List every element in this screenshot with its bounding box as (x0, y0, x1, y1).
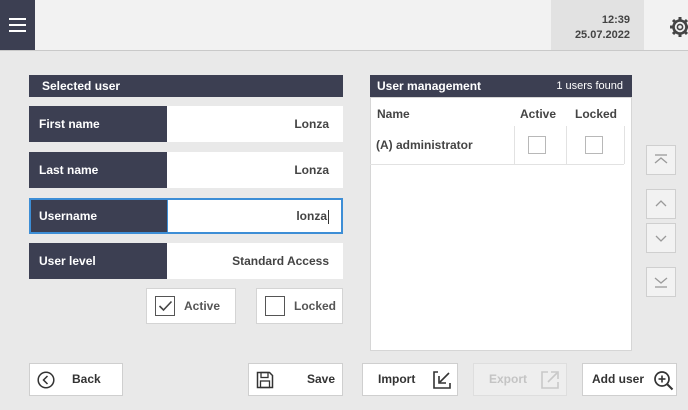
last-name-field[interactable]: Lonza (167, 152, 343, 188)
zoom-plus-icon (654, 371, 674, 391)
circle-chevron-left-icon (37, 371, 55, 389)
text-cursor (328, 209, 329, 224)
arrow-out-box-icon (541, 371, 559, 389)
cell-divider (624, 126, 625, 164)
clock-display: 12:39 25.07.2022 (551, 0, 644, 50)
cell-divider (566, 126, 567, 164)
first-name-field[interactable]: Lonza (167, 106, 343, 142)
gear-icon[interactable] (668, 17, 688, 37)
arrow-in-box-icon (433, 371, 451, 389)
back-button-label: Back (72, 372, 101, 386)
back-button[interactable]: Back (29, 363, 123, 396)
user-name-cell: (A) administrator (376, 138, 473, 152)
add-user-button-label: Add user (592, 372, 645, 386)
scroll-down-icon (655, 235, 667, 242)
active-checkbox[interactable]: Active (146, 288, 236, 324)
checkbox-unchecked-icon (265, 296, 285, 316)
user-management-title: User management (377, 79, 482, 93)
locked-checkbox-label: Locked (294, 299, 337, 313)
locked-checkbox[interactable]: Locked (256, 288, 343, 324)
clock-time: 12:39 (601, 14, 630, 26)
add-user-button[interactable]: Add user (582, 363, 677, 396)
username-field[interactable]: lonza (167, 198, 343, 234)
import-button-label: Import (378, 372, 416, 386)
save-button[interactable]: Save (248, 363, 343, 396)
column-header-locked: Locked (575, 107, 618, 121)
user-management-header: User management 1 users found (370, 75, 632, 97)
scroll-down-button[interactable] (646, 223, 676, 253)
row-active-checkbox[interactable] (528, 136, 546, 154)
selected-user-header: Selected user (29, 75, 343, 97)
save-button-label: Save (307, 372, 336, 386)
import-button[interactable]: Import (362, 363, 458, 396)
hamburger-icon-line (9, 30, 26, 32)
username-label: Username (29, 198, 167, 234)
user-level-select[interactable]: Standard Access (167, 243, 343, 279)
clock-date: 25.07.2022 (574, 29, 630, 41)
last-name-label: Last name (29, 152, 167, 188)
export-button[interactable]: Export (473, 363, 567, 396)
column-header-name: Name (377, 107, 410, 121)
scroll-up-button[interactable] (646, 189, 676, 219)
row-locked-checkbox[interactable] (585, 136, 603, 154)
hamburger-icon (9, 18, 26, 20)
checkbox-checked-icon (155, 296, 175, 316)
active-checkbox-label: Active (184, 299, 221, 313)
export-button-label: Export (489, 372, 528, 386)
scroll-bottom-button[interactable] (646, 267, 676, 297)
user-level-label: User level (29, 243, 167, 279)
scroll-up-icon (655, 200, 667, 207)
scroll-bottom-icon (654, 277, 668, 288)
first-name-label: First name (29, 106, 167, 142)
cell-divider (514, 126, 515, 164)
top-bar: 12:39 25.07.2022 (0, 0, 688, 51)
column-header-active: Active (520, 107, 557, 121)
floppy-disk-icon (256, 371, 274, 389)
users-found-count: 1 users found (556, 80, 623, 92)
selected-user-title: Selected user (42, 79, 121, 93)
scroll-top-icon (654, 154, 668, 164)
menu-button[interactable] (0, 0, 35, 50)
scroll-top-button[interactable] (646, 145, 676, 175)
username-value: lonza (296, 209, 327, 223)
hamburger-icon-line (9, 24, 26, 26)
